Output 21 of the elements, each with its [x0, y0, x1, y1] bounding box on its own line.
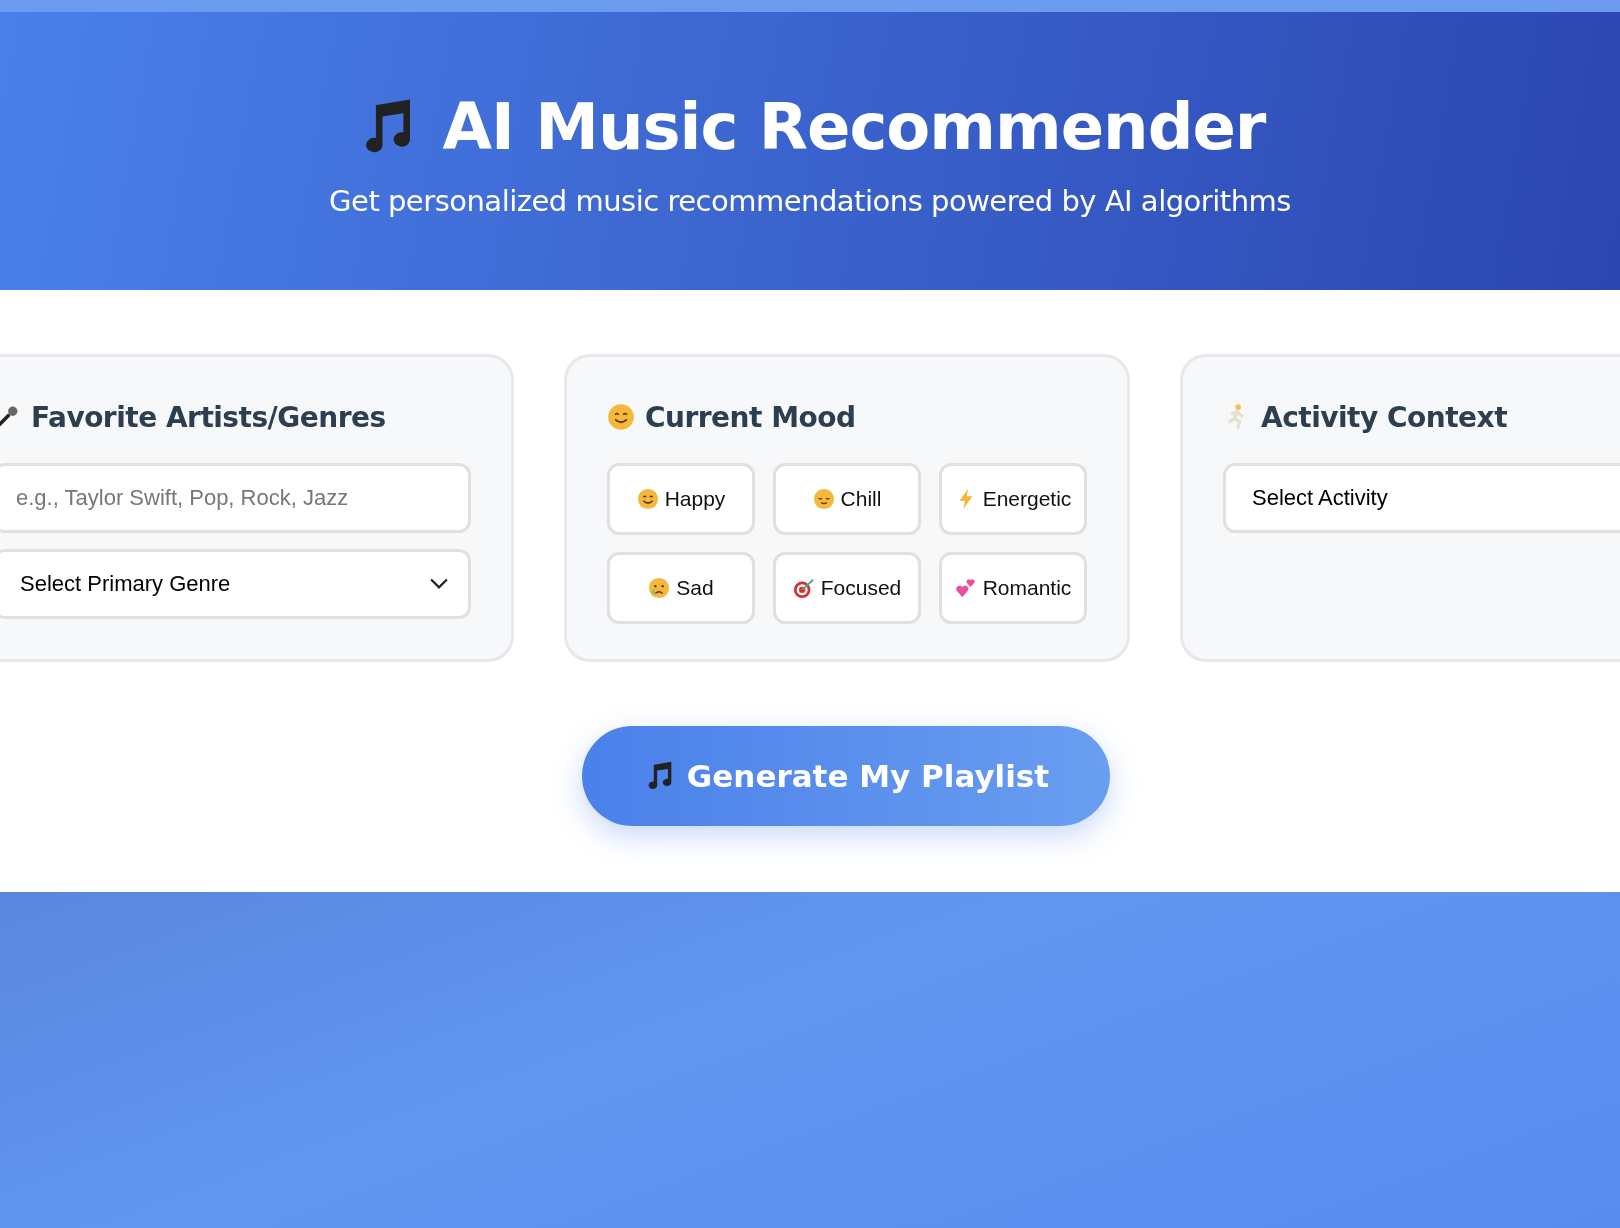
- activity-select[interactable]: Select Activity: [1223, 463, 1620, 533]
- artists-input[interactable]: e.g., Taylor Swift, Pop, Rock, Jazz: [0, 463, 471, 533]
- genre-select[interactable]: Select Primary Genre: [0, 549, 471, 619]
- mood-button[interactable]: Romantic: [939, 552, 1087, 624]
- app-title: AI Music Recommender: [442, 90, 1266, 164]
- card-title: Favorite Artists/Genres: [31, 400, 386, 434]
- target-icon: [792, 577, 815, 599]
- mood-button[interactable]: Chill: [773, 463, 921, 535]
- mood-button[interactable]: Sad: [607, 552, 755, 624]
- crying-face-icon: [648, 577, 671, 599]
- mood-button[interactable]: Energetic: [939, 463, 1087, 535]
- card-title: Current Mood: [645, 400, 856, 434]
- mood-button[interactable]: Focused: [773, 552, 921, 624]
- app-subtitle: Get personalized music recommendations powered by AI algorithms: [329, 184, 1291, 218]
- chevron-icon: [430, 578, 448, 590]
- smiley-icon: [636, 488, 659, 510]
- mood-button[interactable]: Happy: [607, 463, 755, 535]
- smiley-icon: [607, 403, 635, 431]
- hearts-icon: [954, 577, 977, 599]
- card-title: Activity Context: [1261, 400, 1508, 434]
- relieved-face-icon: [812, 488, 835, 510]
